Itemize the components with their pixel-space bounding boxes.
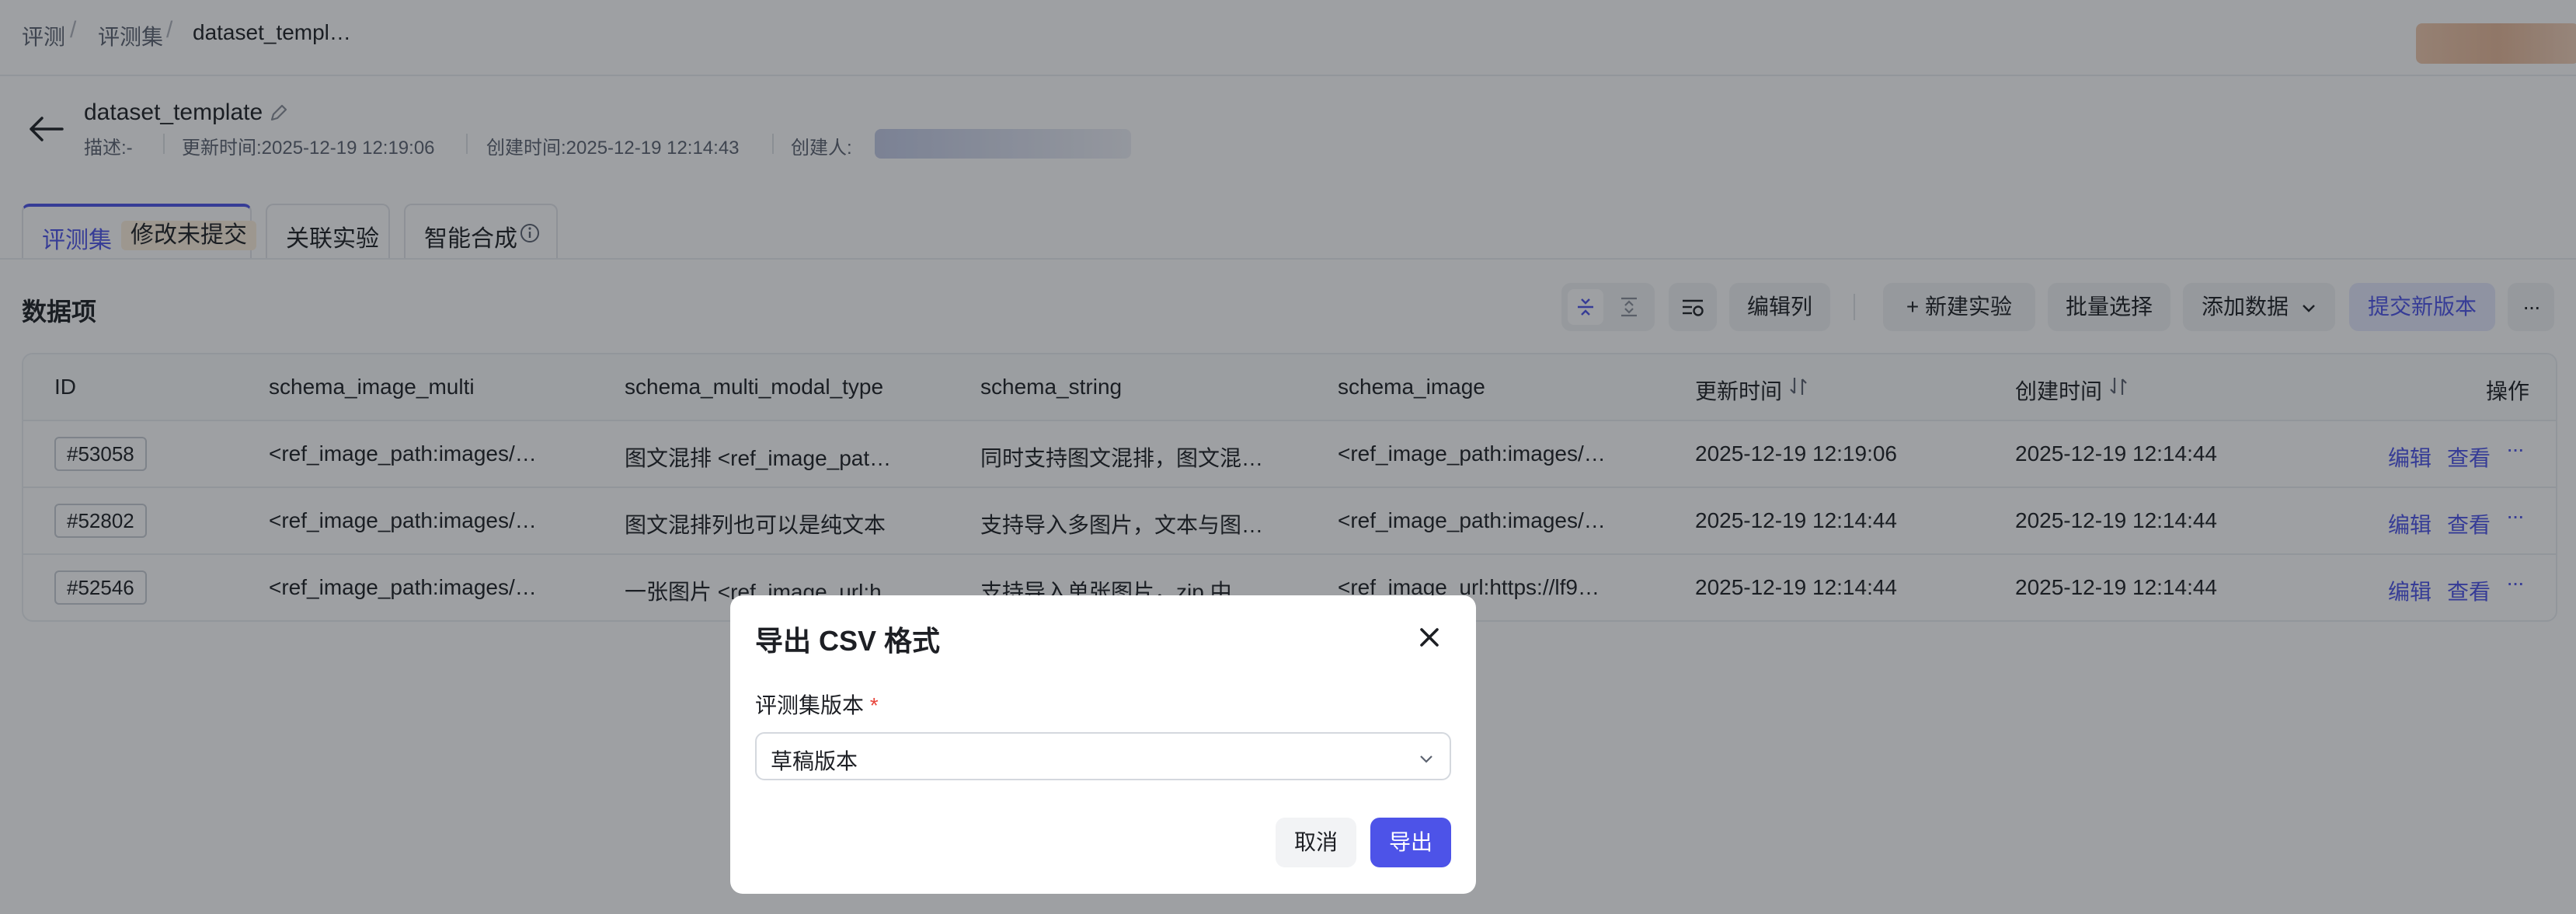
version-select[interactable]: 草稿版本 bbox=[755, 732, 1451, 780]
cancel-button[interactable]: 取消 bbox=[1276, 818, 1356, 867]
export-button[interactable]: 导出 bbox=[1370, 818, 1451, 867]
version-field-label-text: 评测集版本 bbox=[755, 693, 865, 717]
close-icon[interactable] bbox=[1414, 622, 1445, 653]
chevron-down-icon bbox=[1420, 755, 1432, 763]
export-csv-dialog: 导出 CSV 格式 评测集版本 * 草稿版本 取消 导出 bbox=[730, 595, 1476, 894]
dialog-title: 导出 CSV 格式 bbox=[755, 625, 941, 657]
version-select-value: 草稿版本 bbox=[771, 749, 858, 773]
required-mark: * bbox=[869, 693, 879, 717]
version-field-label: 评测集版本 * bbox=[755, 689, 879, 720]
